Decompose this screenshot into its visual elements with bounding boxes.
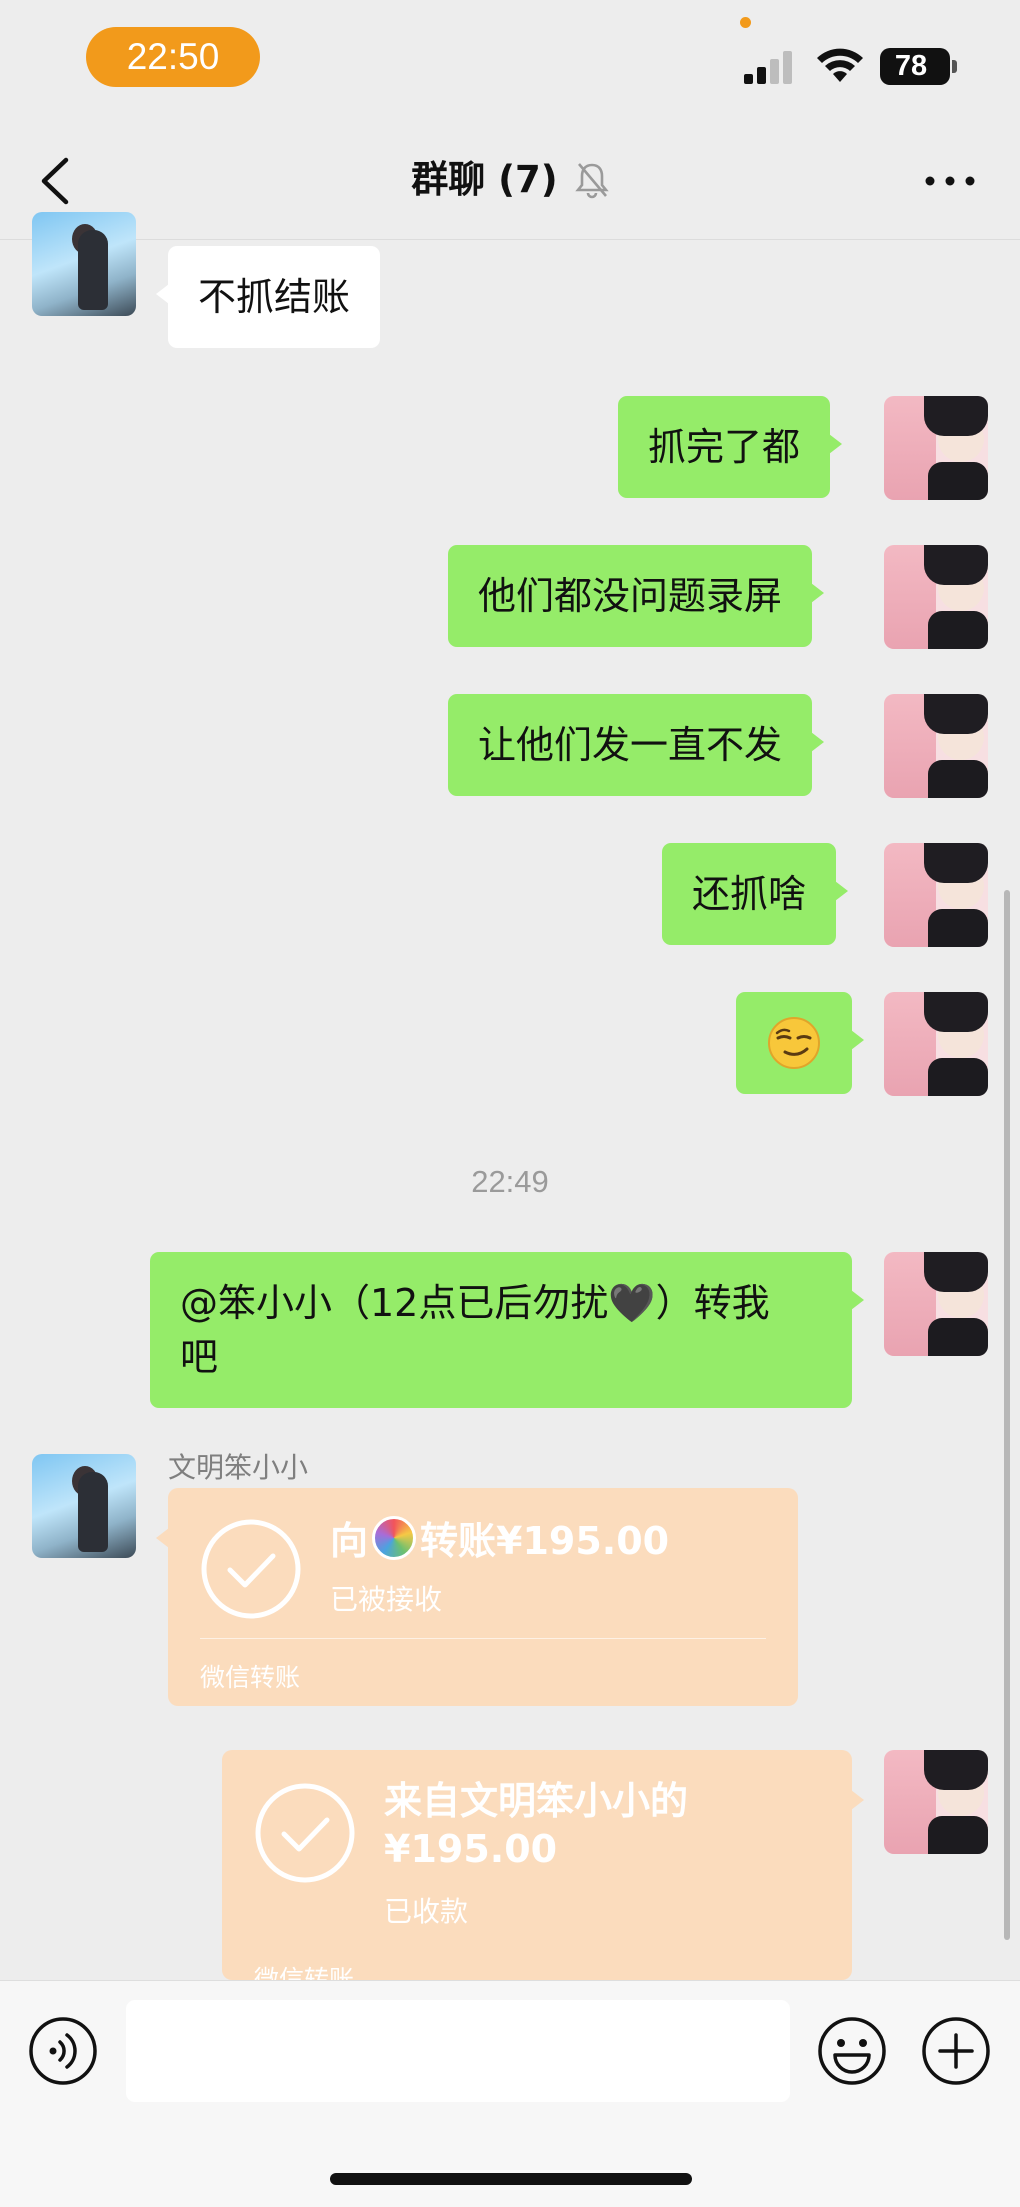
status-bar: 22:50 78 — [0, 0, 1020, 118]
battery-level: 78 — [894, 50, 928, 82]
message-bubble[interactable]: 还抓啥 — [662, 843, 849, 945]
transfer-footer: 微信转账 — [200, 1663, 301, 1692]
smirk-emoji — [768, 1017, 820, 1069]
mute-bell-icon — [575, 163, 609, 199]
check-circle-icon — [201, 1519, 301, 1619]
more-icon[interactable] — [922, 166, 978, 196]
transfer-card-sent[interactable]: 向 转账¥195.00 已被接收 微信转账 — [156, 1488, 798, 1706]
nav-bar: 群聊 (7) — [0, 118, 1020, 240]
message-bubble[interactable]: 抓完了都 — [618, 396, 843, 498]
battery-icon: 78 — [880, 48, 950, 85]
battery-cap — [952, 60, 957, 73]
transfer-divider — [200, 1638, 766, 1639]
privacy-indicator-dot — [740, 17, 751, 28]
transfer-title-line1: 来自文明笨小小的 — [384, 1779, 689, 1823]
avatar-member[interactable] — [32, 1454, 136, 1558]
message-input[interactable] — [126, 2000, 790, 2102]
avatar-self[interactable] — [884, 843, 988, 947]
avatar-self[interactable] — [884, 1750, 988, 1854]
smirk-emoji-bubble[interactable] — [736, 992, 864, 1094]
message-line-1: @笨小小（12点已后勿扰🖤）转我 — [180, 1281, 770, 1325]
avatar-self[interactable] — [884, 396, 988, 500]
message-bubble[interactable]: @笨小小（12点已后勿扰🖤）转我 吧 — [150, 1252, 864, 1408]
status-time: 22:50 — [86, 27, 260, 87]
message-bubble[interactable]: 让他们发一直不发 — [448, 694, 825, 796]
transfer-prefix: 向 — [330, 1519, 369, 1563]
home-indicator[interactable] — [330, 2173, 692, 2185]
message-line-2: 吧 — [180, 1335, 219, 1379]
transfer-amount: 转账¥195.00 — [420, 1519, 670, 1563]
transfer-footer: 微信转账 — [254, 1965, 355, 1980]
signal-icon — [744, 51, 792, 84]
avatar-self[interactable] — [884, 1252, 988, 1356]
message-bubble[interactable]: 不抓结账 — [155, 246, 381, 348]
transfer-card-received[interactable]: 来自文明笨小小的 ¥195.00 已收款 微信转账 — [222, 1750, 864, 1980]
avatar-self[interactable] — [884, 694, 988, 798]
chat-timestamp: 22:49 — [471, 1164, 549, 1199]
avatar-self[interactable] — [884, 545, 988, 649]
transfer-status: 已收款 — [384, 1895, 469, 1928]
wifi-icon — [817, 48, 863, 82]
check-circle-icon — [255, 1783, 355, 1883]
scrollbar[interactable] — [1004, 890, 1010, 1940]
nav-title-wrap: 群聊 (7) — [0, 152, 1020, 208]
transfer-amount: ¥195.00 — [384, 1827, 558, 1871]
voice-icon[interactable] — [27, 2015, 99, 2087]
chat-title[interactable]: 群聊 (7) — [411, 152, 557, 208]
transfer-status: 已被接收 — [330, 1583, 443, 1616]
transfer-title: 向 转账¥195.00 — [330, 1516, 669, 1566]
avatar-member[interactable] — [32, 212, 136, 316]
message-bubble[interactable]: 他们都没问题录屏 — [448, 545, 825, 647]
plus-icon[interactable] — [920, 2015, 992, 2087]
avatar-self[interactable] — [884, 992, 988, 1096]
emoji-icon[interactable] — [816, 2015, 888, 2087]
lollipop-icon — [372, 1516, 417, 1560]
sender-name: 文明笨小小 — [168, 1451, 309, 1484]
